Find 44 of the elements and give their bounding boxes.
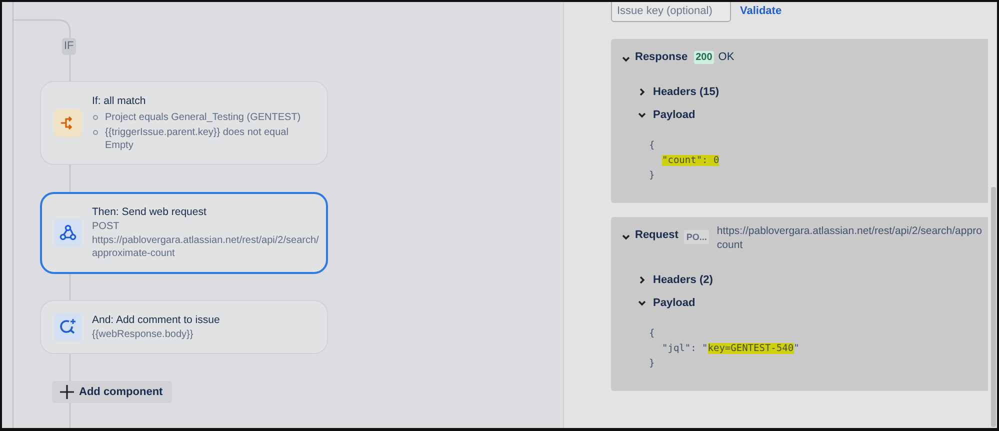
component-detail: https://pablovergara.atlassian.net/rest/api/2/search/approximate-count <box>92 234 320 260</box>
chevron-right-icon[interactable] <box>637 87 647 97</box>
bullet-icon <box>93 130 98 135</box>
component-detail: POST <box>92 220 120 234</box>
chevron-down-icon[interactable] <box>621 232 631 242</box>
chevron-down-icon[interactable] <box>637 298 647 308</box>
chevron-down-icon[interactable] <box>637 110 647 120</box>
section-toggle[interactable]: Headers (2) <box>653 274 713 286</box>
condition-text: Project equals General_Testing (GENTEST) <box>105 111 302 124</box>
component-title: If: all match <box>92 94 147 108</box>
condition-text: {{triggerIssue.parent.key}} does not equal Empty <box>105 126 290 152</box>
status-badge: 200 <box>694 51 714 64</box>
section-toggle[interactable]: Headers (15) <box>653 86 720 98</box>
component-title: Then: Send web request <box>92 205 208 219</box>
code-text: { <box>649 328 655 339</box>
code-text: } <box>649 170 655 181</box>
status-text: OK <box>718 51 734 63</box>
chevron-right-icon[interactable] <box>637 275 647 285</box>
code-text: " <box>794 343 800 354</box>
code-text: } <box>649 358 655 369</box>
webhook-icon <box>58 222 78 243</box>
validate-link[interactable]: Validate <box>740 2 782 17</box>
method-badge: PO... <box>684 230 709 244</box>
section-toggle[interactable]: Payload <box>653 109 696 121</box>
component-card[interactable]: Then: Send web request POST https://pablovergara.atlassian.net/rest/api/2/search/approximate-count <box>40 192 328 274</box>
code-text: { <box>649 140 655 151</box>
component-title: And: Add comment to issue <box>92 312 221 326</box>
section-toggle[interactable]: Response <box>635 51 688 63</box>
request-url: https://pablovergara.atlassian.net/rest/api/2/search/appro <box>716 224 982 238</box>
component-card[interactable]: If: all match Project equals General_Testing (GENTEST) {{triggerIssue.parent.key}} does not equal Empty <box>40 81 328 165</box>
plus-icon <box>60 385 74 399</box>
code-text: "jql": " <box>662 343 708 354</box>
code-text: key=GENTEST-540 <box>708 343 794 354</box>
section-toggle[interactable]: Payload <box>653 297 696 309</box>
component-card[interactable]: And: Add comment to issue {{webResponse.body}} <box>40 300 328 354</box>
branch-label: IF <box>62 38 76 55</box>
chevron-down-icon[interactable] <box>621 54 631 64</box>
section-toggle[interactable]: Request <box>635 229 678 241</box>
issue-key-field[interactable]: Issue key (optional) <box>611 2 731 22</box>
code-text: "count": 0 <box>662 155 720 166</box>
request-url: count <box>716 238 744 252</box>
bullet-icon <box>93 115 98 120</box>
component-detail: {{webResponse.body}} <box>92 328 194 341</box>
add-component-button[interactable]: Add component <box>52 381 172 403</box>
